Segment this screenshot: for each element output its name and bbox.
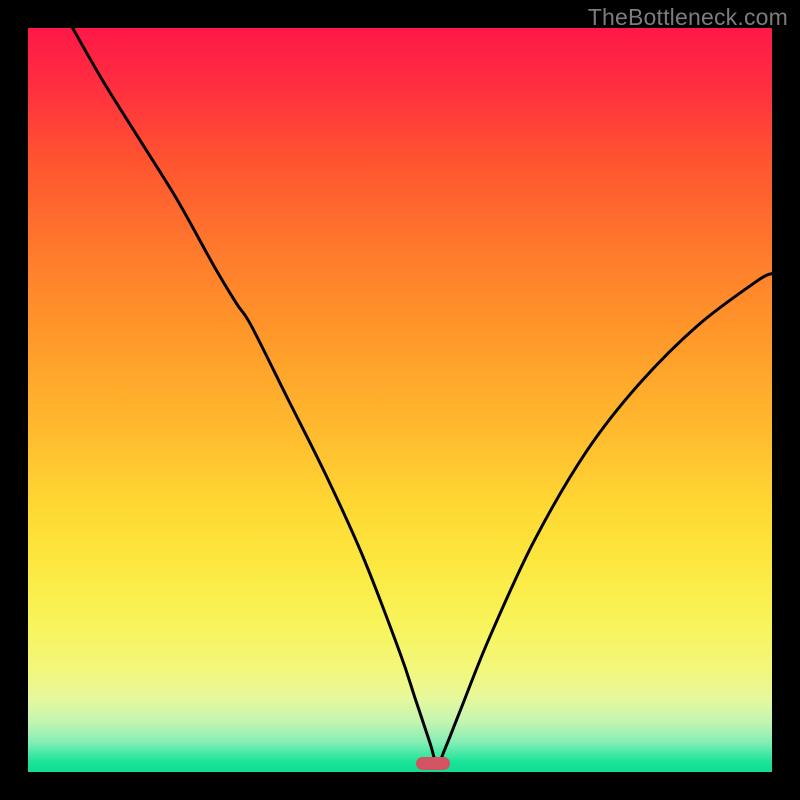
plot-area	[28, 28, 772, 772]
watermark-text: TheBottleneck.com	[588, 4, 788, 31]
trough-marker	[416, 757, 450, 770]
bottleneck-curve	[73, 28, 772, 765]
curve-svg	[28, 28, 772, 772]
chart-frame: TheBottleneck.com	[0, 0, 800, 800]
